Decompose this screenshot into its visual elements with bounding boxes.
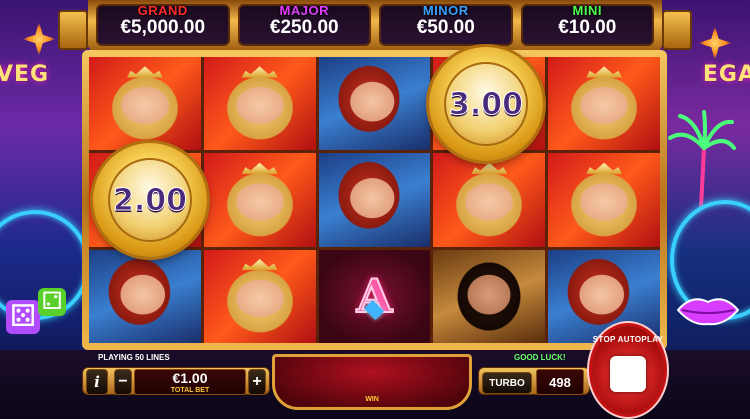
jackpot-grand: GRAND €5,000.00 [96, 3, 230, 46]
reel-symbol-showgirl [203, 249, 316, 343]
cash-coin-value: 3.00 [448, 86, 524, 122]
jackpot-major: MAJOR €250.00 [237, 3, 371, 46]
decrease-bet-button[interactable]: − [114, 369, 132, 395]
jackpot-mini-value: €10.00 [558, 17, 617, 38]
cash-coin-value: 2.00 [112, 182, 188, 218]
win-label: WIN [365, 396, 379, 403]
turbo-button[interactable]: TURBO [482, 372, 532, 394]
reel-symbol-showgirl [433, 153, 546, 247]
increase-bet-button[interactable]: + [248, 369, 266, 395]
jackpot-minor-value: €50.00 [416, 17, 475, 38]
reel-symbol-showgirl [89, 57, 201, 151]
jackpot-bar: GRAND €5,000.00 MAJOR €250.00 MINOR €50.… [88, 0, 662, 52]
tiara-icon [586, 162, 622, 174]
cash-coin-2: 2.00 [93, 143, 207, 257]
tiara-icon [241, 66, 278, 78]
lines-status: PLAYING 50 LINES [98, 353, 170, 362]
cash-coin-3: 3.00 [429, 47, 543, 161]
turbo-label: TURBO [489, 377, 525, 389]
jackpot-corner-left [58, 10, 88, 50]
jackpot-grand-value: €5,000.00 [120, 17, 206, 38]
palm-tree-icon [668, 110, 736, 208]
dice-icon: ⚁ [38, 288, 66, 316]
autoplay-spins-counter: 498 [536, 369, 584, 395]
autoplay-spins-value: 498 [549, 374, 571, 390]
tiara-icon [241, 258, 278, 271]
reel-symbol-showgirl [548, 153, 660, 247]
reel-symbol-redhead [318, 57, 431, 151]
jackpot-minor: MINOR €50.00 [379, 3, 513, 46]
jackpot-major-value: €250.00 [269, 17, 339, 38]
minus-icon: − [118, 373, 128, 390]
good-luck-message: GOOD LUCK! [514, 353, 566, 362]
reel-symbol-redhead [318, 153, 431, 247]
stop-autoplay-label: STOP AUTOPLAY [592, 335, 664, 344]
reel-symbol-redhead [548, 249, 660, 343]
jackpot-minor-label: MINOR [422, 3, 469, 18]
stop-icon [610, 356, 646, 392]
vegas-sign-left: VEG [0, 62, 50, 87]
total-bet-display: €1.00 TOTAL BET [134, 369, 246, 395]
reel-symbol-showgirl [203, 153, 316, 247]
total-bet-value: €1.00 [172, 370, 208, 386]
tiara-icon [586, 66, 622, 78]
stop-autoplay-button[interactable]: STOP AUTOPLAY [592, 326, 664, 414]
star-icon [22, 22, 56, 56]
lips-icon [676, 298, 740, 326]
jackpot-major-label: MAJOR [279, 3, 329, 18]
reel-symbol-redhead [89, 249, 201, 343]
jackpot-mini: MINI €10.00 [520, 3, 654, 46]
vegas-sign-right: EGA [702, 62, 750, 87]
tiara-icon [241, 162, 278, 174]
tiara-icon [127, 66, 163, 78]
total-bet-label: TOTAL BET [170, 387, 210, 394]
star-icon [698, 26, 732, 60]
dice-icon: ⚄ [6, 300, 40, 334]
info-button[interactable]: i [86, 369, 108, 395]
jackpot-mini-label: MINI [572, 3, 602, 18]
plus-icon: + [252, 373, 262, 390]
reel-symbol-brunette [433, 249, 546, 343]
reel-symbol-a: A [318, 249, 431, 343]
reel-symbol-showgirl [548, 57, 660, 151]
reel-symbol-showgirl [203, 57, 316, 151]
jackpot-grand-label: GRAND [137, 3, 188, 18]
jackpot-corner-right [662, 10, 692, 50]
info-icon: i [94, 373, 100, 391]
tiara-icon [471, 162, 508, 174]
win-display: WIN [272, 354, 472, 410]
